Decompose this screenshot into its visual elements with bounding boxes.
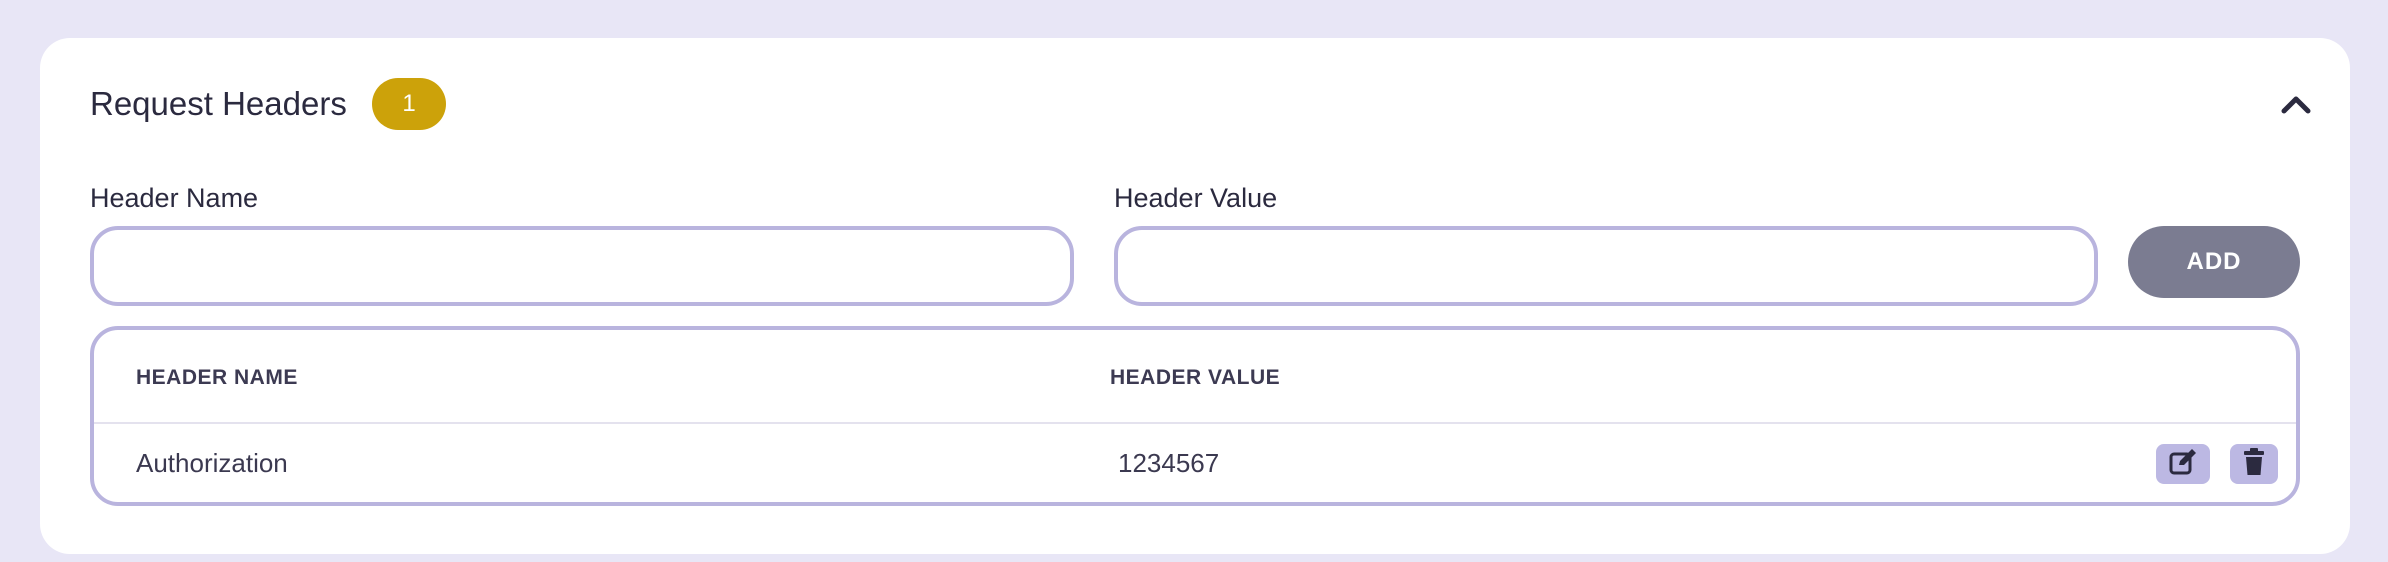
table-header: HEADER NAME HEADER VALUE <box>94 330 2296 424</box>
panel-title: Request Headers <box>90 85 347 122</box>
delete-button[interactable] <box>2230 444 2278 484</box>
chevron-up-icon <box>2281 94 2311 119</box>
trash-icon <box>2243 447 2265 481</box>
add-button[interactable]: ADD <box>2128 226 2300 298</box>
header-name-input[interactable] <box>90 226 1074 306</box>
collapse-button[interactable] <box>2276 88 2316 124</box>
edit-button[interactable] <box>2156 444 2210 484</box>
column-header-value: HEADER VALUE <box>1110 366 1281 389</box>
column-header-name: HEADER NAME <box>136 366 298 389</box>
row-header-name: Authorization <box>136 448 288 478</box>
table-row: Authorization 1234567 <box>94 424 2296 502</box>
headers-table: HEADER NAME HEADER VALUE Authorization 1… <box>90 326 2300 506</box>
header-value-input[interactable] <box>1114 226 2098 306</box>
row-header-value: 1234567 <box>1118 448 1220 478</box>
edit-icon <box>2168 448 2198 481</box>
header-value-label: Header Value <box>1114 183 1278 213</box>
header-count-badge: 1 <box>372 78 446 130</box>
header-name-label: Header Name <box>90 183 259 213</box>
